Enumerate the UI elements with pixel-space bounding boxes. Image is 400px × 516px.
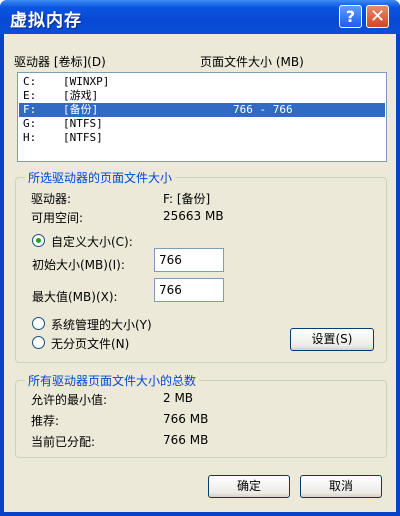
dialog-window: 虚拟内存 ? ✕ 驱动器 [卷标](D) 页面文件大小 (MB) C: [WIN… [0,0,400,516]
drive-list-item[interactable]: G: [NTFS] [19,117,385,131]
drive-volume-label: [备份] [63,103,99,116]
system-managed-radio[interactable] [32,317,45,330]
drive-value: F: [备份] [163,192,211,206]
drive-letter: C: [23,75,37,88]
no-paging-file-label[interactable]: 无分页文件(N) [51,335,129,352]
drive-volume-label: [NTFS] [63,131,103,144]
recommended-label: 推荐: [31,414,60,428]
recommended-value: 766 MB [163,412,209,426]
dialog-body: 驱动器 [卷标](D) 页面文件大小 (MB) C: [WINXP] E: [游… [4,34,396,512]
max-size-input[interactable]: 766 [154,278,224,302]
drive-label: 驱动器: [31,192,72,206]
drive-volume-label: [NTFS] [63,117,103,130]
free-space-value: 25663 MB [163,209,224,223]
max-size-label: 最大值(MB)(X): [32,290,118,304]
totals-group-title: 所有驱动器页面文件大小的总数 [25,372,200,389]
custom-size-radio[interactable] [32,234,45,247]
selected-drive-group-title: 所选驱动器的页面文件大小 [25,169,176,186]
initial-size-input[interactable]: 766 [154,248,224,272]
drive-letter: F: [23,103,37,116]
free-space-label: 可用空间: [31,211,84,225]
title-bar[interactable]: 虚拟内存 ? ✕ [0,0,400,34]
no-paging-file-radio[interactable] [32,336,45,349]
drive-list-item[interactable]: C: [WINXP] [19,75,385,89]
drive-column-header: 驱动器 [卷标](D) [14,55,106,69]
allocated-label: 当前已分配: [31,435,96,449]
min-allowed-label: 允许的最小值: [31,393,108,407]
cancel-button[interactable]: 取消 [300,475,382,498]
window-title: 虚拟内存 [10,11,82,31]
set-button[interactable]: 设置(S) [290,328,374,351]
drive-list-item[interactable]: H: [NTFS] [19,131,385,145]
initial-size-label: 初始大小(MB)(I): [32,258,125,272]
help-icon[interactable]: ? [339,5,362,28]
drive-letter: H: [23,131,37,144]
close-icon[interactable]: ✕ [366,5,389,28]
drive-letter: E: [23,89,37,102]
drive-letter: G: [23,117,37,130]
drive-page-size: 766 - 766 [233,103,293,116]
custom-size-label[interactable]: 自定义大小(C): [51,233,133,250]
min-allowed-value: 2 MB [163,391,194,405]
system-managed-label[interactable]: 系统管理的大小(Y) [51,316,152,333]
drive-list-item[interactable]: E: [游戏] [19,89,385,103]
drive-volume-label: [WINXP] [63,75,110,88]
size-column-header: 页面文件大小 (MB) [200,55,304,69]
drive-list[interactable]: C: [WINXP] E: [游戏] F: [备份] 766 - 766 G: … [17,72,387,162]
ok-button[interactable]: 确定 [208,475,290,498]
drive-list-item-selected[interactable]: F: [备份] 766 - 766 [19,103,385,117]
allocated-value: 766 MB [163,433,209,447]
drive-volume-label: [游戏] [63,89,99,102]
